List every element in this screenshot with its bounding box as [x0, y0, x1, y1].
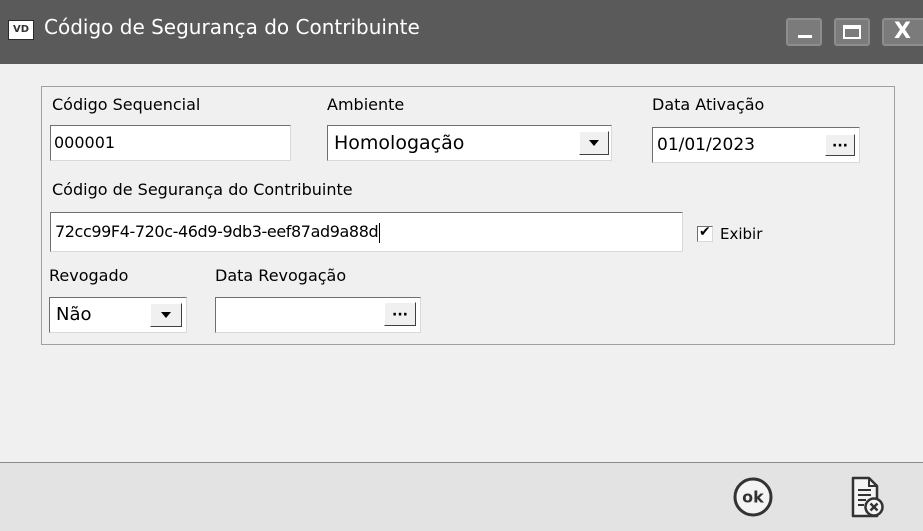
title-bar[interactable]: VD Código de Segurança do Contribuinte X: [0, 0, 923, 64]
cancel-document-icon: [851, 476, 884, 518]
csc-value: 72cc99F4-720c-46d9-9db3-eef87ad9a88d: [55, 222, 381, 243]
revogado-label: Revogado: [49, 266, 129, 285]
cancel-button[interactable]: [849, 476, 885, 518]
ambiente-select[interactable]: Homologação: [327, 125, 612, 161]
checkmark-icon: ✔: [699, 224, 711, 240]
ellipsis-icon: ···: [832, 138, 848, 154]
exibir-checkbox[interactable]: ✔: [697, 224, 713, 242]
csc-input[interactable]: 72cc99F4-720c-46d9-9db3-eef87ad9a88d: [50, 212, 683, 252]
ok-icon: ok: [733, 477, 773, 517]
exibir-label: Exibir: [720, 225, 763, 243]
ok-button[interactable]: ok: [732, 476, 774, 518]
close-button[interactable]: X: [882, 18, 923, 46]
minimize-button[interactable]: [786, 18, 822, 46]
revogado-dropdown-button[interactable]: [150, 303, 182, 327]
revogado-select[interactable]: Não: [49, 297, 187, 333]
footer-bar: [0, 463, 923, 531]
ambiente-dropdown-button[interactable]: [579, 131, 609, 155]
csc-label: Código de Segurança do Contribuinte: [52, 180, 353, 199]
maximize-icon: [843, 25, 861, 39]
ambiente-value: Homologação: [334, 132, 465, 154]
data-ativacao-picker-button[interactable]: ···: [825, 134, 855, 156]
data-ativacao-value: 01/01/2023: [657, 135, 755, 155]
maximize-button[interactable]: [834, 18, 870, 46]
data-revogacao-picker-button[interactable]: ···: [384, 302, 416, 326]
data-revogacao-label: Data Revogação: [215, 266, 347, 285]
codigo-sequencial-value: 000001: [54, 133, 116, 152]
revogado-value: Não: [56, 304, 92, 325]
data-revogacao-input[interactable]: ···: [215, 297, 421, 333]
ok-button-label: ok: [742, 488, 764, 507]
ambiente-label: Ambiente: [327, 95, 405, 114]
window-title: Código de Segurança do Contribuinte: [44, 15, 420, 39]
minimize-icon: [798, 35, 812, 38]
text-caret: [379, 222, 381, 243]
dialog-window: VD Código de Segurança do Contribuinte X…: [0, 0, 923, 531]
chevron-down-icon: [161, 312, 171, 318]
data-ativacao-label: Data Ativação: [652, 95, 765, 114]
ellipsis-icon: ···: [392, 307, 408, 323]
data-ativacao-input[interactable]: 01/01/2023 ···: [652, 127, 860, 163]
chevron-down-icon: [589, 140, 599, 146]
codigo-sequencial-label: Código Sequencial: [52, 95, 201, 114]
app-icon: VD: [8, 20, 34, 40]
close-icon: X: [894, 19, 911, 44]
codigo-sequencial-input[interactable]: 000001: [50, 125, 291, 161]
